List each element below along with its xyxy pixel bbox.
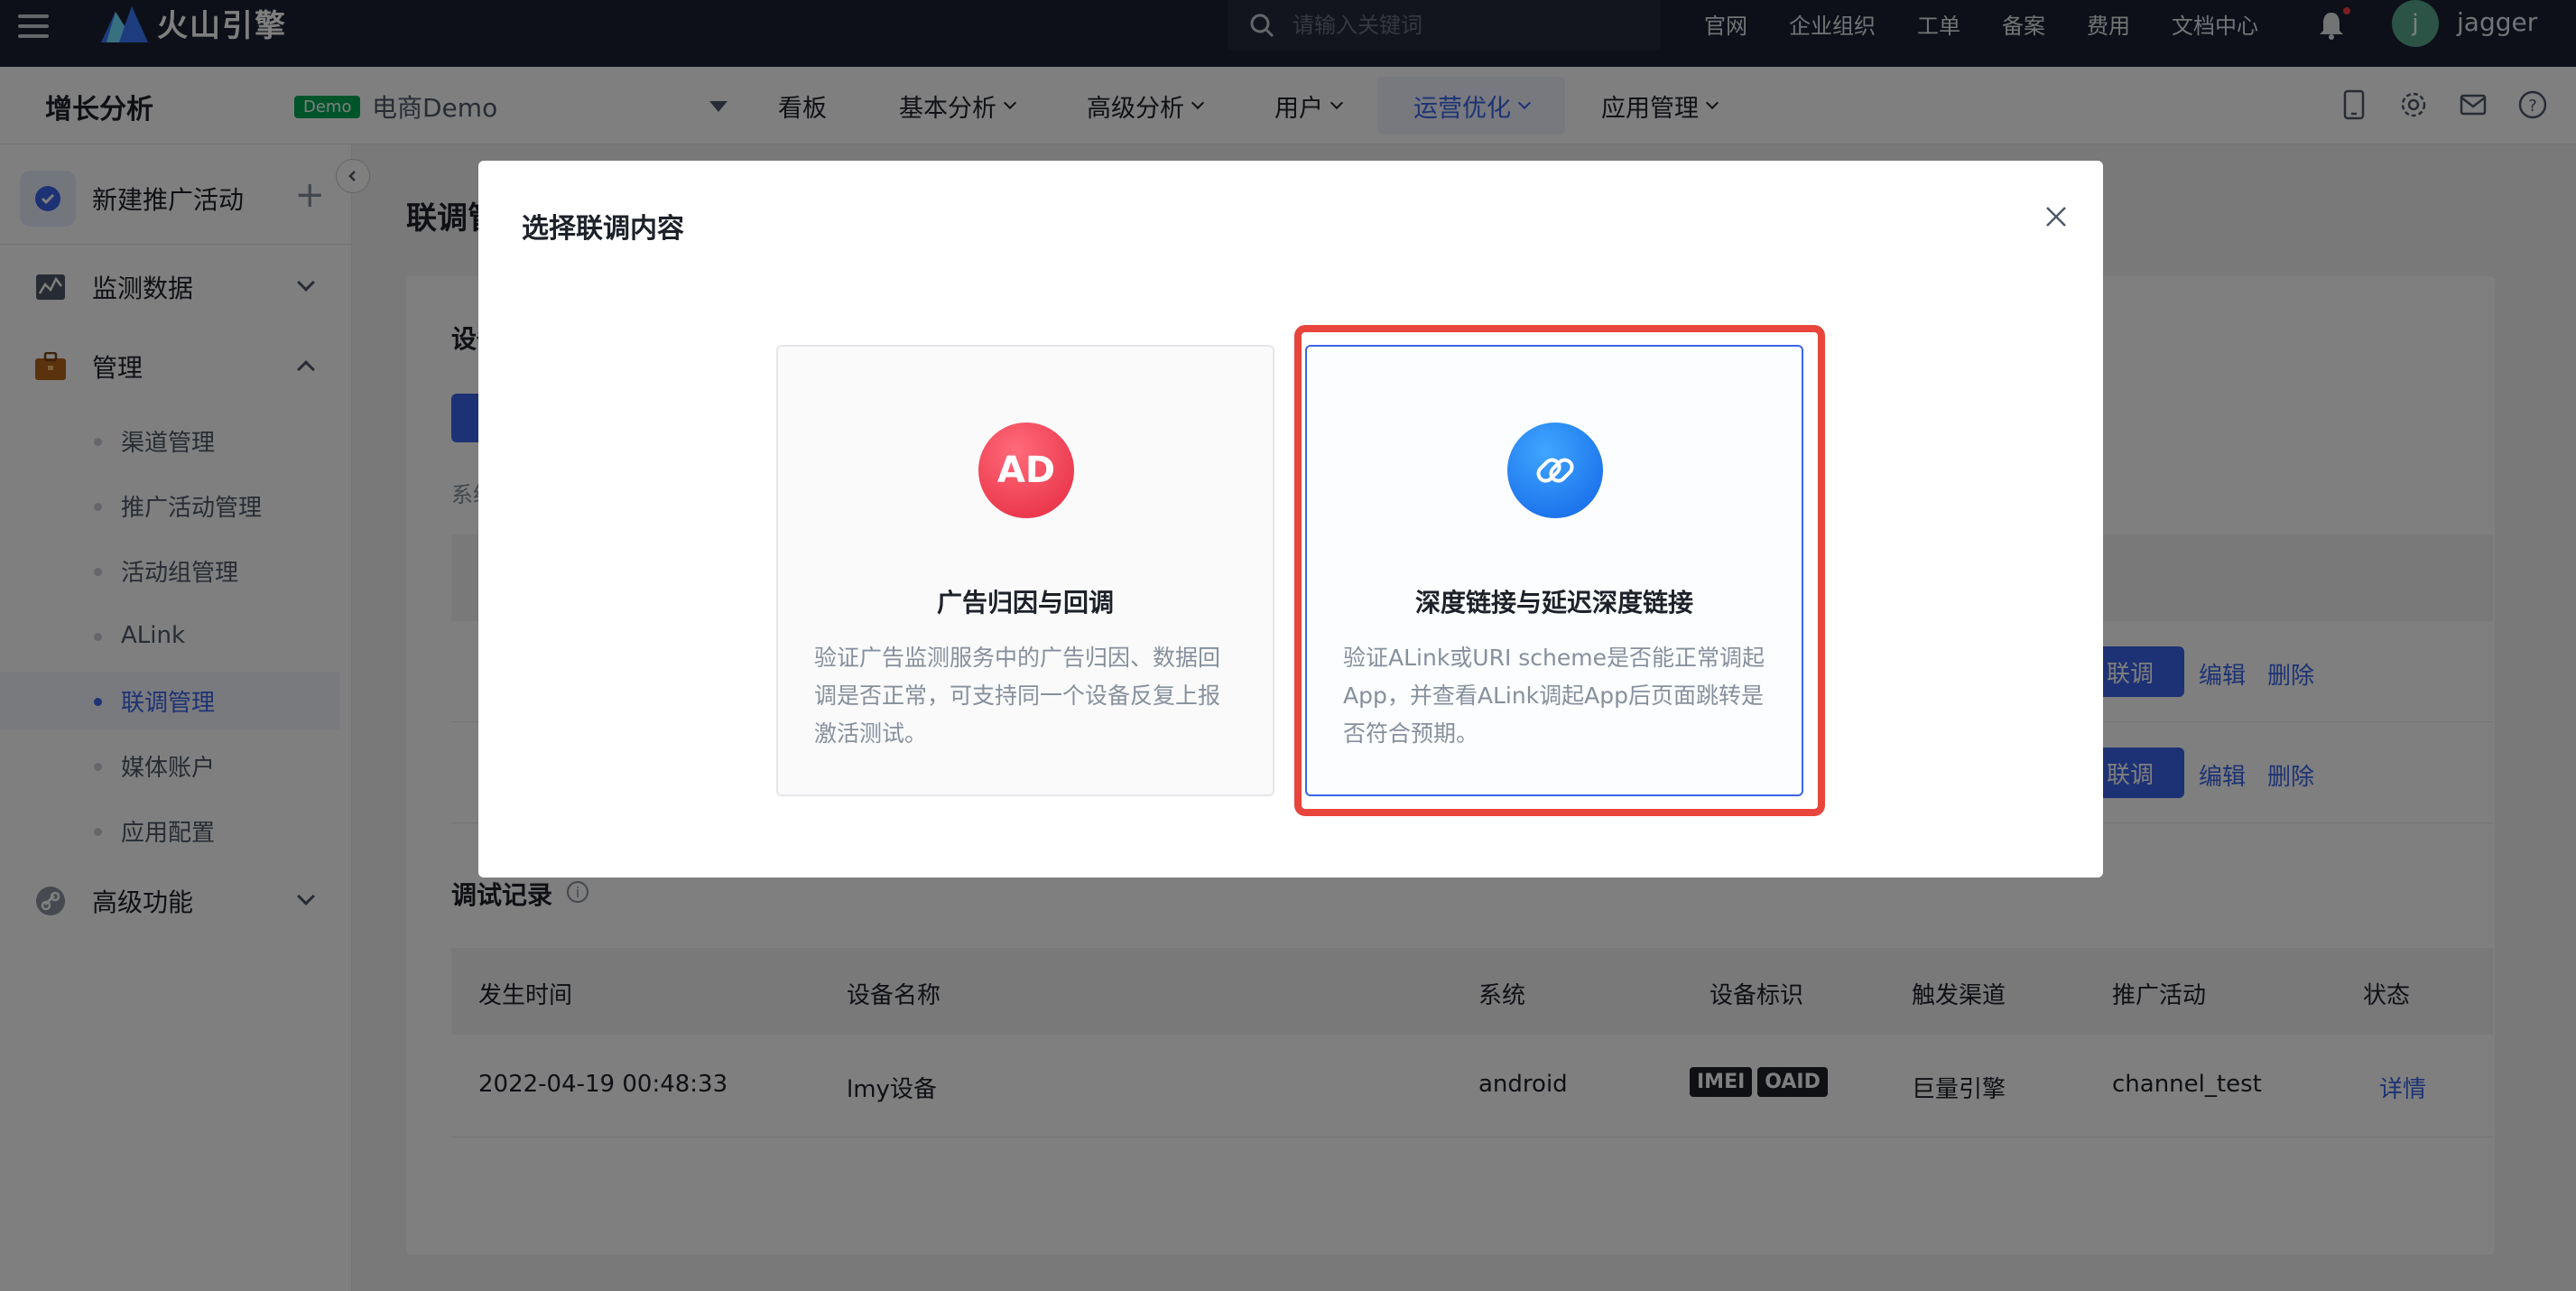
close-icon[interactable] <box>2040 200 2072 233</box>
selection-highlight <box>1294 325 1825 816</box>
select-content-modal: 选择联调内容 AD 广告归因与回调 验证广告监测服务中的广告归因、数据回调是否正… <box>478 161 2103 878</box>
option-description: 验证广告监测服务中的广告归因、数据回调是否正常，可支持同一个设备反复上报激活测试… <box>814 645 1221 747</box>
option-ad-attribution[interactable]: AD 广告归因与回调 验证广告监测服务中的广告归因、数据回调是否正常，可支持同一… <box>776 345 1274 796</box>
option-title: 广告归因与回调 <box>936 588 1114 618</box>
modal-title: 选择联调内容 <box>522 213 684 245</box>
ad-icon: AD <box>978 423 1074 518</box>
